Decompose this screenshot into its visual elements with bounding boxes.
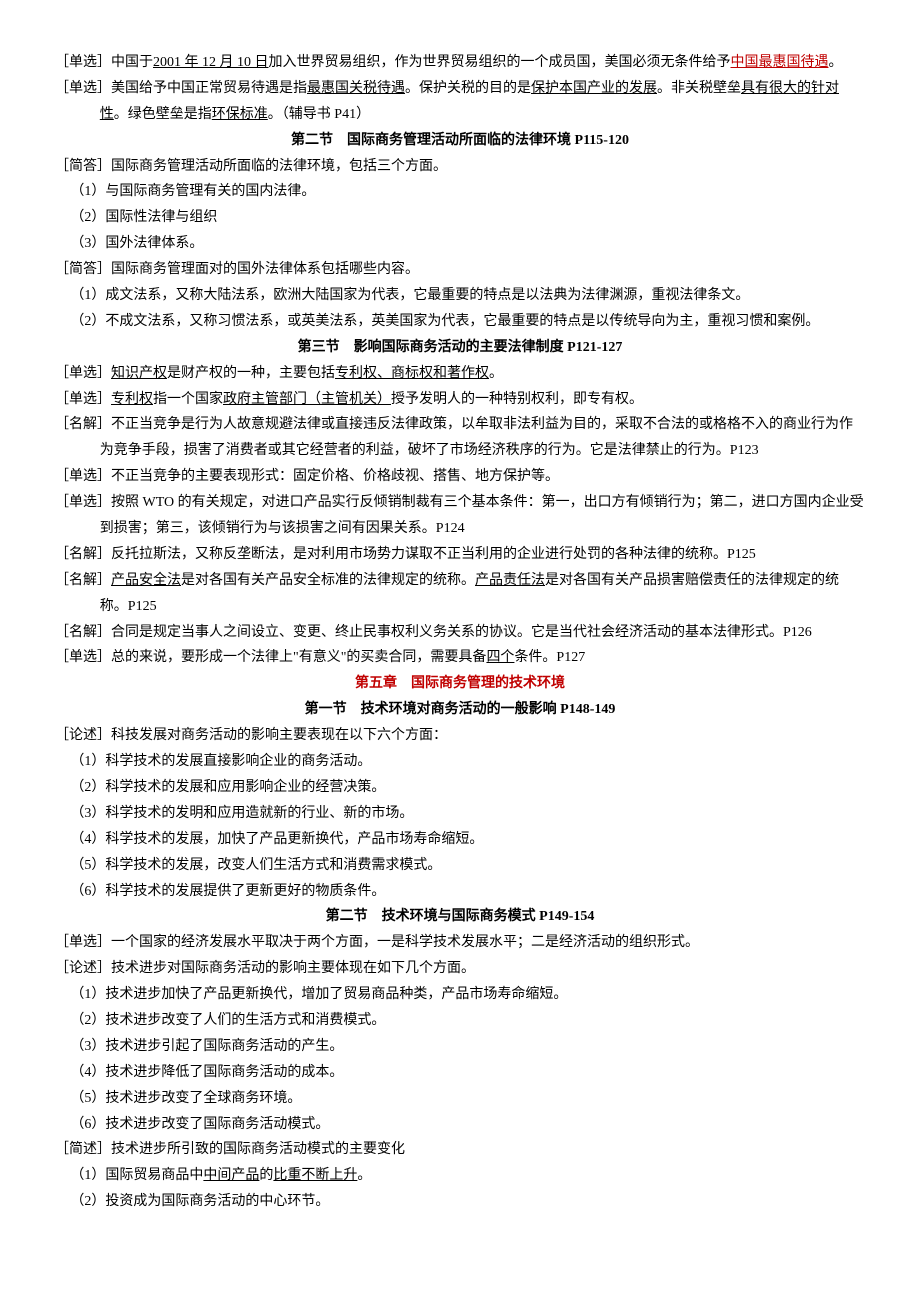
- underline: 中间产品: [203, 1168, 259, 1183]
- text: 是财产权的一种，主要包括: [167, 366, 335, 381]
- underline: 专利权: [111, 392, 153, 407]
- para-term-1: ［名解］不正当竞争是行为人故意规避法律或直接违反法律政策，以牟取非法利益为目的，…: [55, 412, 865, 464]
- list-item: （4）科学技术的发展，加快了产品更新换代，产品市场寿命缩短。: [55, 827, 865, 853]
- underline: 最惠国关税待遇: [307, 81, 405, 96]
- underline: 环保标准: [212, 107, 268, 122]
- text: ［单选］总的来说，要形成一个法律上"有意义"的买卖合同，需要具备: [55, 650, 486, 665]
- list-item: （3）国外法律体系。: [55, 231, 865, 257]
- underline: 产品责任法: [475, 573, 545, 588]
- para-mc-1: ［单选］中国于2001 年 12 月 10 日加入世界贸易组织，作为世界贸易组织…: [55, 50, 865, 76]
- para-mc-2: ［单选］美国给予中国正常贸易待遇是指最惠国关税待遇。保护关税的目的是保护本国产业…: [55, 76, 865, 128]
- underline: 四个: [486, 650, 514, 665]
- list-item: （2）科学技术的发展和应用影响企业的经营决策。: [55, 775, 865, 801]
- underline: 产品安全法: [111, 573, 181, 588]
- para-mc-3: ［单选］知识产权是财产权的一种，主要包括专利权、商标权和著作权。: [55, 361, 865, 387]
- text: 。: [357, 1168, 371, 1183]
- para-mc-4: ［单选］专利权指一个国家政府主管部门（主管机关）授予发明人的一种特别权利，即专有…: [55, 387, 865, 413]
- list-item: （5）技术进步改变了全球商务环境。: [55, 1086, 865, 1112]
- underline-date: 2001 年 12 月 10 日: [153, 55, 269, 70]
- para-term-2: ［名解］反托拉斯法，又称反垄断法，是对利用市场势力谋取不正当利用的企业进行处罚的…: [55, 542, 865, 568]
- text: 加入世界贸易组织，作为世界贸易组织的一个成员国，美国必须无条件给予: [269, 55, 731, 70]
- para-essay-2: ［论述］技术进步对国际商务活动的影响主要体现在如下几个方面。: [55, 956, 865, 982]
- list-item: （1）成文法系，又称大陆法系，欧洲大陆国家为代表，它最重要的特点是以法典为法律渊…: [55, 283, 865, 309]
- para-mc-7: ［单选］总的来说，要形成一个法律上"有意义"的买卖合同，需要具备四个条件。P12…: [55, 645, 865, 671]
- list-item: （3）技术进步引起了国际商务活动的产生。: [55, 1034, 865, 1060]
- list-item: （1）技术进步加快了产品更新换代，增加了贸易商品种类，产品市场寿命缩短。: [55, 982, 865, 1008]
- list-item: （2）不成文法系，又称习惯法系，或英美法系，英美国家为代表，它最重要的特点是以传…: [55, 309, 865, 335]
- text: ［单选］: [55, 366, 111, 381]
- para-mc-8: ［单选］一个国家的经济发展水平取决于两个方面，一是科学技术发展水平；二是经济活动…: [55, 930, 865, 956]
- text: ［单选］: [55, 392, 111, 407]
- list-item: （3）科学技术的发明和应用造就新的行业、新的市场。: [55, 801, 865, 827]
- text: 条件。P127: [514, 650, 585, 665]
- list-item: （2）投资成为国际商务活动的中心环节。: [55, 1189, 865, 1215]
- underline: 政府主管部门（主管机关）: [223, 392, 391, 407]
- heading-chapter-5: 第五章 国际商务管理的技术环境: [55, 671, 865, 697]
- para-term-3: ［名解］产品安全法是对各国有关产品安全标准的法律规定的统称。产品责任法是对各国有…: [55, 568, 865, 620]
- text: ［单选］美国给予中国正常贸易待遇是指: [55, 81, 307, 96]
- list-item: （1）科学技术的发展直接影响企业的商务活动。: [55, 749, 865, 775]
- text: 指一个国家: [153, 392, 223, 407]
- underline: 保护本国产业的发展: [531, 81, 657, 96]
- para-term-4: ［名解］合同是规定当事人之间设立、变更、终止民事权利义务关系的协议。它是当代社会…: [55, 620, 865, 646]
- list-item: （4）技术进步降低了国际商务活动的成本。: [55, 1060, 865, 1086]
- underline: 专利权、商标权和著作权: [335, 366, 489, 381]
- underline-red: 最惠国待遇: [759, 55, 829, 70]
- heading-section-3: 第三节 影响国际商务活动的主要法律制度 P121-127: [55, 335, 865, 361]
- heading-section-2: 第二节 国际商务管理活动所面临的法律环境 P115-120: [55, 128, 865, 154]
- text: ［名解］: [55, 573, 111, 588]
- heading-section-2b: 第二节 技术环境与国际商务模式 P149-154: [55, 904, 865, 930]
- list-item: （2）技术进步改变了人们的生活方式和消费模式。: [55, 1008, 865, 1034]
- text: 是对各国有关产品安全标准的法律规定的统称。: [181, 573, 475, 588]
- para-sa-2: ［简答］国际商务管理面对的国外法律体系包括哪些内容。: [55, 257, 865, 283]
- underline: 知识产权: [111, 366, 167, 381]
- list-item: （6）技术进步改变了国际商务活动模式。: [55, 1112, 865, 1138]
- list-item: （1）与国际商务管理有关的国内法律。: [55, 179, 865, 205]
- para-mc-5: ［单选］不正当竞争的主要表现形式：固定价格、价格歧视、搭售、地方保护等。: [55, 464, 865, 490]
- text: 。: [489, 366, 503, 381]
- list-item: （1）国际贸易商品中中间产品的比重不断上升。: [55, 1163, 865, 1189]
- heading-section-1b: 第一节 技术环境对商务活动的一般影响 P148-149: [55, 697, 865, 723]
- list-item: （6）科学技术的发展提供了更新更好的物质条件。: [55, 879, 865, 905]
- text: 。保护关税的目的是: [405, 81, 531, 96]
- para-brief-1: ［简述］技术进步所引致的国际商务活动模式的主要变化: [55, 1137, 865, 1163]
- text: （1）国际贸易商品中: [70, 1168, 203, 1183]
- text: 。非关税壁垒: [657, 81, 741, 96]
- para-essay-1: ［论述］科技发展对商务活动的影响主要表现在以下六个方面：: [55, 723, 865, 749]
- list-item: （5）科学技术的发展，改变人们生活方式和消费需求模式。: [55, 853, 865, 879]
- text: 授予发明人的一种特别权利，即专有权。: [391, 392, 643, 407]
- para-sa-1: ［简答］国际商务管理活动所面临的法律环境，包括三个方面。: [55, 154, 865, 180]
- text: ［单选］中国于: [55, 55, 153, 70]
- text: 的: [259, 1168, 273, 1183]
- para-mc-6: ［单选］按照 WTO 的有关规定，对进口产品实行反倾销制裁有三个基本条件：第一，…: [55, 490, 865, 542]
- text: 。绿色壁垒是指: [114, 107, 212, 122]
- underline: 比重不断上升: [273, 1168, 357, 1183]
- text: 。（辅导书 P41）: [268, 107, 370, 122]
- underline-red: 中国: [731, 55, 759, 70]
- list-item: （2）国际性法律与组织: [55, 205, 865, 231]
- text: 。: [829, 55, 843, 70]
